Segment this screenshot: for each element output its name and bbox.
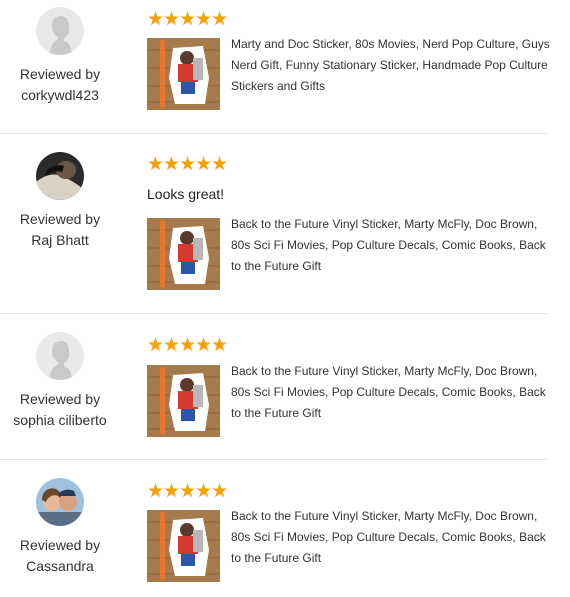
product-title[interactable]: Marty and Doc Sticker, 80s Movies, Nerd …: [231, 34, 553, 97]
divider: [0, 313, 548, 314]
star-rating: ★★★★★: [147, 481, 228, 502]
reviewer-name[interactable]: sophia ciliberto: [0, 410, 120, 431]
reviewer-name[interactable]: Raj Bhatt: [0, 230, 120, 251]
star-rating: ★★★★★: [147, 154, 228, 175]
default-avatar-icon[interactable]: [36, 7, 84, 55]
star-icons: ★★★★★: [147, 481, 228, 502]
reviewed-by-label: Reviewed by: [19, 391, 101, 407]
product-link[interactable]: Back to the Future Vinyl Sticker, Marty …: [147, 509, 547, 582]
reviewer: Reviewed by sophia ciliberto: [0, 332, 120, 431]
product-link[interactable]: Back to the Future Vinyl Sticker, Marty …: [147, 217, 547, 290]
product-title[interactable]: Back to the Future Vinyl Sticker, Marty …: [231, 506, 553, 569]
reviewer: Reviewed by Raj Bhatt: [0, 152, 120, 251]
photo-avatar-icon[interactable]: [36, 152, 84, 200]
star-icons: ★★★★★: [147, 335, 228, 356]
reviewer-name[interactable]: Cassandra: [0, 556, 120, 577]
star-rating: ★★★★★: [147, 335, 228, 356]
product-thumbnail[interactable]: [147, 38, 220, 110]
product-link[interactable]: Back to the Future Vinyl Sticker, Marty …: [147, 364, 547, 437]
reviewer: Reviewed by Cassandra: [0, 478, 120, 577]
divider: [0, 459, 548, 460]
reviewer-name[interactable]: corkywdl423: [0, 85, 120, 106]
star-icons: ★★★★★: [147, 9, 228, 30]
product-title[interactable]: Back to the Future Vinyl Sticker, Marty …: [231, 361, 553, 424]
star-icons: ★★★★★: [147, 154, 228, 175]
product-thumbnail[interactable]: [147, 365, 220, 437]
star-rating: ★★★★★: [147, 9, 228, 30]
default-avatar-icon[interactable]: [36, 332, 84, 380]
product-title[interactable]: Back to the Future Vinyl Sticker, Marty …: [231, 214, 553, 277]
divider: [0, 133, 548, 134]
photo-avatar-icon[interactable]: [36, 478, 84, 526]
product-thumbnail[interactable]: [147, 218, 220, 290]
reviewer: Reviewed by corkywdl423: [0, 7, 120, 106]
product-thumbnail[interactable]: [147, 510, 220, 582]
review-text: Looks great!: [147, 186, 225, 202]
reviewed-by-label: Reviewed by: [19, 211, 101, 227]
product-link[interactable]: Marty and Doc Sticker, 80s Movies, Nerd …: [147, 37, 550, 110]
reviewed-by-label: Reviewed by: [19, 537, 101, 553]
reviewed-by-label: Reviewed by: [19, 66, 101, 82]
